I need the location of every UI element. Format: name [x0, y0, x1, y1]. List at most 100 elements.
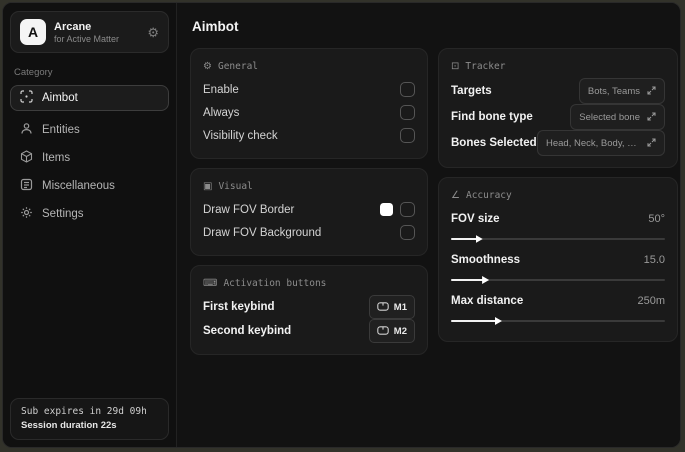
accuracy-section-header: ∠ Accuracy [451, 190, 665, 201]
targets-dropdown[interactable]: Bots, Teams [578, 78, 665, 104]
image-icon: ▣ [203, 180, 213, 192]
always-checkbox[interactable] [400, 105, 415, 120]
sidebar-item-label: Aimbot [42, 92, 78, 104]
find-bone-type-dropdown[interactable]: Selected bone [570, 104, 665, 130]
sidebar-item-entities[interactable]: Entities [10, 117, 169, 143]
sidebar-item-label: Items [42, 152, 71, 164]
keyboard-icon: ⌨ [203, 277, 218, 289]
bones-selected-dropdown[interactable]: Head, Neck, Body, Pe.. [537, 130, 665, 156]
mouse-icon [377, 322, 389, 340]
fov-size-slider[interactable] [451, 235, 665, 243]
section-title: Activation buttons [223, 278, 327, 289]
activation-section-header: ⌨ Activation buttons [203, 278, 415, 289]
expand-icon [647, 108, 656, 126]
setting-label: Bones Selected [451, 137, 537, 149]
general-section-header: ⚙ General [203, 61, 415, 72]
section-title: Accuracy [465, 190, 512, 201]
slider-thumb[interactable] [494, 317, 502, 325]
dropdown-value: Selected bone [579, 111, 640, 123]
list-icon [20, 178, 33, 194]
category-label: Category [14, 67, 53, 78]
section-title: Tracker [465, 61, 506, 72]
subscription-card: Sub expires in 29d 09h Session duration … [10, 398, 169, 440]
activation-card: ⌨ Activation buttons First keybind M1 Se… [190, 265, 428, 355]
setting-row-find-bone-type: Find bone type Selected bone [451, 104, 665, 130]
setting-label: Enable [203, 83, 239, 96]
slider-thumb[interactable] [482, 276, 490, 284]
setting-row-visibility-check: Visibility check [203, 124, 415, 147]
sidebar-item-aimbot[interactable]: Aimbot [10, 85, 169, 111]
setting-row-draw-fov-border: Draw FOV Border [203, 198, 415, 221]
keybind-value: M2 [393, 325, 407, 337]
color-swatch[interactable] [380, 203, 393, 216]
app-name: Arcane [54, 20, 92, 33]
app-window: A Arcane for Active Matter ⚙ Category Ai… [2, 2, 681, 448]
setting-label: Draw FOV Border [203, 203, 295, 216]
section-title: General [217, 61, 259, 72]
crosshair-scan-icon [20, 90, 33, 106]
section-title: Visual [218, 181, 253, 192]
sidebar-item-settings[interactable]: Settings [10, 201, 169, 227]
tracker-card: ⊡ Tracker Targets Bots, Teams Find bone … [438, 48, 678, 168]
sidebar-item-label: Entities [42, 124, 80, 136]
fov-size-slider-group: FOV size 50° [451, 207, 665, 243]
slider-thumb[interactable] [475, 235, 483, 243]
sidebar-item-miscellaneous[interactable]: Miscellaneous [10, 173, 169, 199]
setting-row-always: Always [203, 101, 415, 124]
slider-label: Max distance [451, 294, 524, 307]
smoothness-slider[interactable] [451, 276, 665, 284]
setting-row-targets: Targets Bots, Teams [451, 78, 665, 104]
setting-label: Draw FOV Background [203, 226, 322, 239]
radar-icon: ⊡ [451, 60, 460, 72]
gear-icon: ⚙ [203, 60, 212, 72]
setting-row-bones-selected: Bones Selected Head, Neck, Body, Pe.. [451, 130, 665, 156]
slider-value: 15.0 [643, 253, 665, 266]
setting-label: Second keybind [203, 325, 292, 337]
app-subtitle: for Active Matter [54, 33, 120, 44]
general-card: ⚙ General Enable Always Visibility check [190, 48, 428, 159]
visual-card: ▣ Visual Draw FOV Border Draw FOV Backgr… [190, 168, 428, 256]
brand-text: Arcane for Active Matter [54, 21, 119, 44]
sidebar-item-label: Settings [42, 208, 84, 220]
gear-icon [20, 206, 33, 222]
draw-fov-border-checkbox[interactable] [400, 202, 415, 217]
smoothness-slider-group: Smoothness 15.0 [451, 248, 665, 284]
first-keybind-button[interactable]: M1 [368, 295, 415, 319]
sidebar-item-items[interactable]: Items [10, 145, 169, 171]
expand-icon [647, 134, 656, 152]
setting-label: First keybind [203, 301, 275, 313]
mouse-icon [377, 298, 389, 316]
visibility-check-checkbox[interactable] [400, 128, 415, 143]
enable-checkbox[interactable] [400, 82, 415, 97]
max-distance-slider-group: Max distance 250m [451, 289, 665, 325]
app-logo: A [20, 19, 46, 45]
setting-row-first-keybind: First keybind M1 [203, 295, 415, 319]
setting-row-draw-fov-background: Draw FOV Background [203, 221, 415, 244]
sub-expires-text: Sub expires in 29d 09h [21, 406, 147, 417]
sidebar: A Arcane for Active Matter ⚙ Category Ai… [3, 3, 177, 447]
draw-fov-background-checkbox[interactable] [400, 225, 415, 240]
setting-label: Visibility check [203, 129, 278, 142]
sidebar-item-label: Miscellaneous [42, 180, 115, 192]
setting-label: Always [203, 106, 240, 119]
page-title: Aimbot [192, 19, 239, 34]
max-distance-slider[interactable] [451, 317, 665, 325]
brand-card: A Arcane for Active Matter ⚙ [10, 11, 169, 53]
visual-section-header: ▣ Visual [203, 181, 415, 192]
angle-icon: ∠ [451, 189, 460, 201]
dropdown-value: Bots, Teams [587, 85, 640, 97]
setting-row-enable: Enable [203, 78, 415, 101]
cube-icon [20, 150, 33, 166]
person-icon [20, 122, 33, 138]
accuracy-card: ∠ Accuracy FOV size 50° Smoothness 15.0 … [438, 177, 678, 342]
slider-label: FOV size [451, 212, 500, 225]
second-keybind-button[interactable]: M2 [368, 319, 415, 343]
gear-icon[interactable]: ⚙ [147, 26, 159, 39]
dropdown-value: Head, Neck, Body, Pe.. [546, 137, 640, 149]
slider-label: Smoothness [451, 253, 521, 266]
slider-value: 50° [648, 212, 665, 225]
sidebar-nav: Aimbot Entities Items Miscellaneous Sett… [10, 85, 169, 227]
setting-row-second-keybind: Second keybind M2 [203, 319, 415, 343]
setting-label: Find bone type [451, 111, 533, 123]
tracker-section-header: ⊡ Tracker [451, 61, 665, 72]
